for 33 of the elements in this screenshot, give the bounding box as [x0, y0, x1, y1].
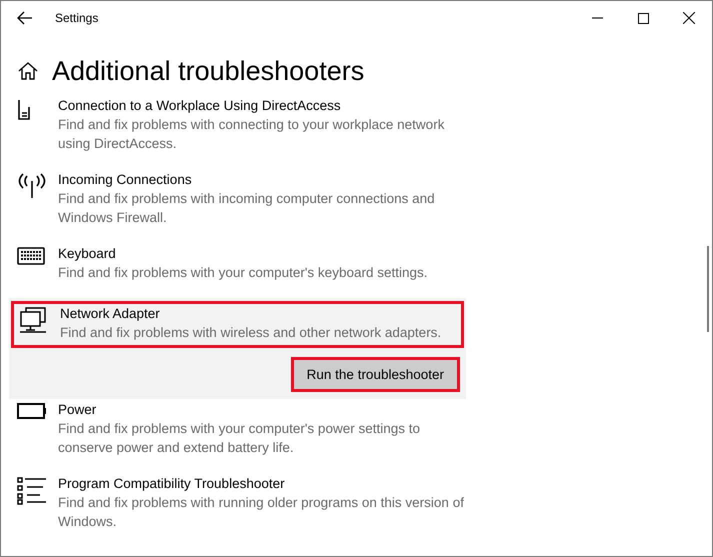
- item-title: Incoming Connections: [58, 171, 193, 189]
- close-icon: [683, 12, 695, 24]
- troubleshooter-item[interactable]: Connection to a Workplace Using DirectAccess Find and fix problems with connecting to your workplace network using DirectAccess.: [17, 95, 466, 163]
- item-description: Find and fix problems with your computer's keyboard settings.: [58, 264, 428, 282]
- document-icon: [17, 99, 31, 121]
- back-arrow-icon: [17, 11, 33, 25]
- minimize-icon: [592, 17, 602, 19]
- item-title: Program Compatibility Troubleshooter: [58, 475, 286, 493]
- item-description: Find and fix problems with running older programs on this version of Windows.: [58, 494, 465, 531]
- troubleshooter-item[interactable]: Incoming Connections Find and fix problems with incoming computer connections and Windows Firewall.: [17, 169, 466, 237]
- battery-icon: [17, 403, 47, 419]
- troubleshooter-item[interactable]: Network Adapter Find and fix problems with wireless and other network adapters.: [11, 301, 464, 348]
- troubleshooter-item[interactable]: Power Find and fix problems with your computer's power settings to conserve power and extend battery life.: [17, 399, 466, 467]
- keyboard-icon: [17, 247, 45, 265]
- page-title: Additional troubleshooters: [52, 56, 364, 86]
- item-title: Power: [58, 401, 98, 419]
- item-description: Find and fix problems with wireless and other network adapters.: [60, 324, 442, 342]
- window-title: Settings: [55, 11, 100, 25]
- troubleshooter-item[interactable]: Program Compatibility Troubleshooter Find and fix problems with running older programs on this version of Windows.: [17, 473, 466, 541]
- home-icon[interactable]: [18, 62, 38, 80]
- item-title: Connection to a Workplace Using DirectAccess: [58, 97, 342, 115]
- item-description: Find and fix problems with incoming computer connections and Windows Firewall.: [58, 190, 436, 227]
- item-description: Find and fix problems with your computer's power settings to conserve power and extend battery life.: [58, 420, 421, 457]
- checklist-icon: [17, 477, 47, 505]
- run-troubleshooter-button[interactable]: Run the troubleshooter: [294, 360, 457, 389]
- troubleshooter-item[interactable]: Keyboard Find and fix problems with your computer's keyboard settings.: [17, 243, 466, 292]
- antenna-icon: [17, 173, 47, 199]
- maximize-icon: [638, 12, 648, 24]
- monitors-icon: [19, 307, 47, 335]
- scrollbar[interactable]: [707, 246, 709, 332]
- item-title: Network Adapter: [60, 305, 161, 323]
- item-description: Find and fix problems with connecting to your workplace network using DirectAccess.: [58, 116, 446, 153]
- item-title: Keyboard: [58, 245, 117, 263]
